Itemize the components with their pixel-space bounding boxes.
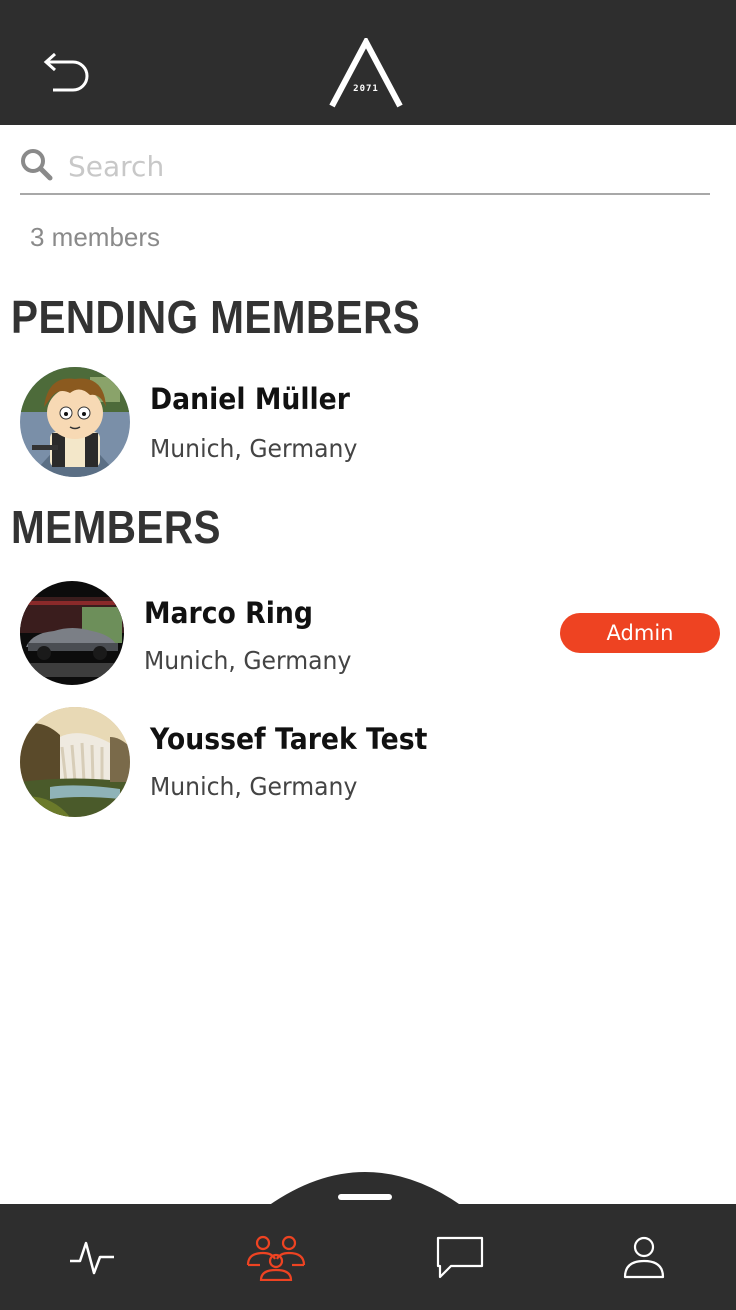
member-row[interactable]: Youssef Tarek Test Munich, Germany [0,707,736,819]
back-arrow-icon [43,52,89,92]
search-icon [21,149,53,181]
member-name: Marco Ring [144,596,313,630]
top-bar: 2071 [0,0,736,125]
member-location: Munich, Germany [150,772,358,801]
admin-badge: Admin [560,613,720,653]
back-button[interactable] [30,44,100,100]
search-input[interactable] [68,146,668,186]
tab-profile[interactable] [552,1204,736,1310]
logo-text: 2071 [353,84,379,94]
tab-activity[interactable] [0,1204,184,1310]
tab-members[interactable] [184,1204,368,1310]
member-count: 3 members [30,222,161,252]
member-avatar [20,581,124,685]
members-icon [246,1235,306,1281]
activity-icon [70,1241,114,1275]
member-name: Daniel Müller [150,382,350,416]
tab-bar [0,1204,736,1310]
member-avatar [20,707,130,817]
pending-member-row[interactable]: Daniel Müller Munich, Germany [0,367,736,479]
member-name: Youssef Tarek Test [150,722,428,756]
member-location: Munich, Germany [150,434,358,463]
chat-icon [436,1236,484,1279]
app-logo[interactable]: 2071 [326,35,406,110]
logo-a-icon [329,35,403,108]
drawer-handle[interactable] [0,1160,736,1210]
bottom-navigation [0,1160,736,1310]
tab-chat[interactable] [368,1204,552,1310]
profile-icon [623,1236,665,1279]
search-bar [20,140,710,195]
member-location: Munich, Germany [144,646,352,675]
members-heading: MEMBERS [11,501,221,553]
member-avatar [20,367,130,477]
pending-members-heading: PENDING MEMBERS [11,291,421,343]
